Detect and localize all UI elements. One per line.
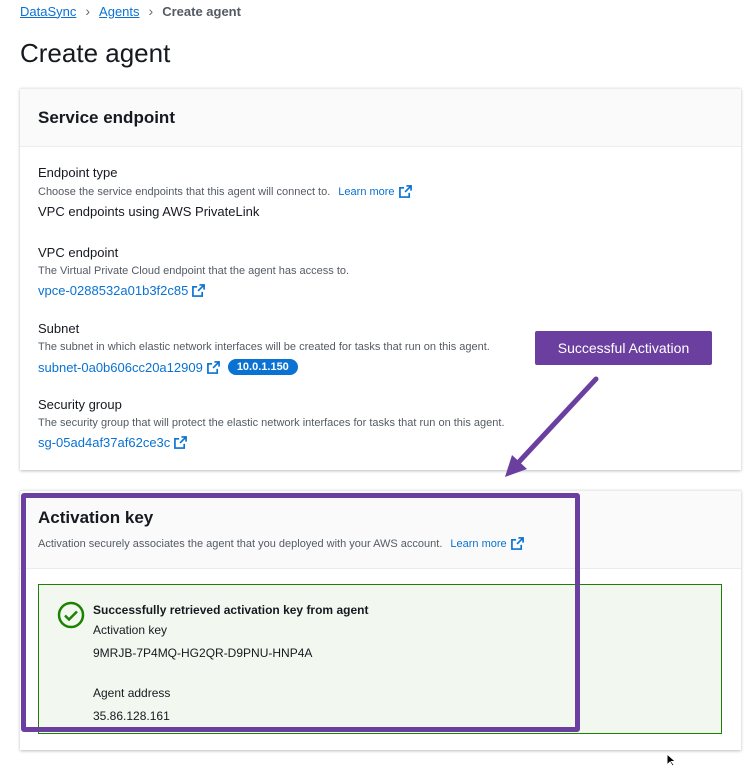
service-endpoint-header: Service endpoint: [20, 89, 741, 147]
endpoint-type-learn-more-link[interactable]: Learn more: [338, 185, 412, 198]
endpoint-type-field: Endpoint type Choose the service endpoin…: [38, 165, 412, 219]
subnet-label: Subnet: [38, 321, 80, 336]
security-group-description: The security group that will protect the…: [38, 417, 505, 429]
page-title: Create agent: [20, 38, 171, 68]
security-group-link[interactable]: sg-05ad4af37af62ce3c: [38, 435, 170, 450]
subnet-field: Subnet The subnet in which elastic netwo…: [38, 321, 490, 375]
external-link-icon: [398, 185, 412, 198]
external-link-icon[interactable]: [206, 360, 220, 374]
service-endpoint-title: Service endpoint: [38, 107, 175, 127]
endpoint-type-value: VPC endpoints using AWS PrivateLink: [38, 204, 260, 219]
learn-more-label: Learn more: [338, 185, 395, 198]
chevron-right-icon: ›: [148, 3, 154, 19]
security-group-field: Security group The security group that w…: [38, 397, 505, 450]
vpc-endpoint-field: VPC endpoint The Virtual Private Cloud e…: [38, 245, 349, 298]
breadcrumb-agents-link[interactable]: Agents: [99, 4, 139, 19]
service-endpoint-panel: Service endpoint Endpoint type Choose th…: [20, 88, 741, 470]
vpc-endpoint-value: vpce-0288532a01b3f2c85: [38, 283, 349, 298]
breadcrumb: DataSync › Agents › Create agent: [20, 3, 241, 19]
endpoint-type-description-text: Choose the service endpoints that this a…: [38, 185, 331, 198]
external-link-icon[interactable]: [192, 284, 206, 297]
breadcrumb-current: Create agent: [162, 3, 241, 19]
endpoint-type-description: Choose the service endpoints that this a…: [38, 185, 412, 198]
annotation-highlight-rect: [21, 493, 580, 732]
chevron-right-icon: ›: [85, 3, 91, 19]
mouse-cursor-icon: [666, 753, 677, 766]
subnet-description: The subnet in which elastic network inte…: [38, 341, 490, 353]
security-group-label: Security group: [38, 397, 122, 412]
subnet-value: subnet-0a0b606cc20a12909 10.0.1.150: [38, 359, 490, 375]
endpoint-type-label: Endpoint type: [38, 165, 118, 180]
vpc-endpoint-label: VPC endpoint: [38, 245, 119, 260]
breadcrumb-datasync-link[interactable]: DataSync: [20, 4, 76, 19]
subnet-ip-badge: 10.0.1.150: [227, 359, 298, 375]
external-link-icon[interactable]: [174, 436, 188, 449]
vpc-endpoint-description: The Virtual Private Cloud endpoint that …: [38, 265, 350, 277]
vpc-endpoint-link[interactable]: vpce-0288532a01b3f2c85: [38, 283, 188, 298]
security-group-value: sg-05ad4af37af62ce3c: [38, 435, 505, 450]
subnet-link[interactable]: subnet-0a0b606cc20a12909: [38, 360, 203, 375]
annotation-callout: Successful Activation: [535, 331, 712, 365]
